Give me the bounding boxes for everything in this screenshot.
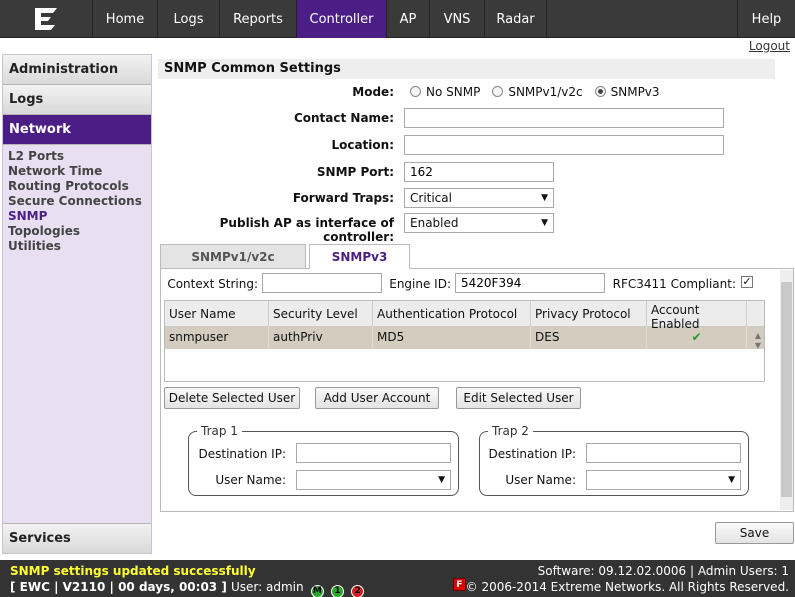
top-nav: Home Logs Reports Controller AP VNS Rada… [0, 0, 795, 38]
trap1-dest-label: Destination IP: [198, 447, 287, 461]
scrollbar-thumb[interactable] [781, 282, 792, 497]
publish-select[interactable]: Enabled ▼ [404, 213, 554, 233]
nav-tab-home[interactable]: Home [93, 0, 158, 38]
col-privacy-protocol[interactable]: Privacy Protocol [531, 301, 647, 326]
traps-select[interactable]: Critical ▼ [404, 188, 554, 208]
trap1-dest-input[interactable] [296, 443, 451, 463]
col-security-level[interactable]: Security Level [269, 301, 373, 326]
edit-user-button[interactable]: Edit Selected User [456, 387, 581, 409]
status-user: User: admin [231, 580, 304, 594]
mode-snmpv3[interactable]: SNMPv3 [594, 85, 660, 99]
nav-tab-controller[interactable]: Controller [297, 0, 387, 38]
sidebar-administration[interactable]: Administration [3, 55, 151, 85]
context-input[interactable] [262, 273, 382, 293]
col-user-name[interactable]: User Name [165, 301, 269, 326]
f-badge-icon[interactable]: F [453, 578, 466, 591]
cell-auth: MD5 [373, 327, 531, 349]
tab-snmpv3[interactable]: SNMPv3 [309, 244, 410, 269]
table-scroll-arrows-icon[interactable]: ▲ ▼ [755, 331, 761, 351]
nav-tab-logs[interactable]: Logs [158, 0, 220, 38]
status-info: [ EWC | V2110 | 00 days, 00:03 ] User: a… [10, 580, 365, 597]
sidebar-link-routing-protocols[interactable]: Routing Protocols [8, 179, 146, 194]
two-badge-icon[interactable]: 2 [351, 585, 365, 597]
sidebar: Administration Logs Network L2 Ports Net… [2, 54, 152, 554]
location-label: Location: [331, 138, 394, 152]
mode-no-snmp[interactable]: No SNMP [410, 85, 480, 99]
panel-scrollbar[interactable] [780, 270, 793, 510]
table-header: User Name Security Level Authentication … [165, 301, 764, 331]
nav-help[interactable]: Help [738, 0, 795, 38]
trap2-user-label: User Name: [505, 473, 576, 487]
m-badge-icon[interactable]: M [310, 585, 324, 597]
extreme-logo-icon[interactable] [0, 0, 93, 38]
trap2-user-select[interactable]: ▼ [586, 470, 741, 490]
publish-value: Enabled [410, 216, 459, 230]
traps-value: Critical [410, 191, 452, 205]
context-label: Context String: [167, 277, 258, 291]
sidebar-logs[interactable]: Logs [3, 85, 151, 115]
sidebar-links: L2 Ports Network Time Routing Protocols … [3, 145, 151, 258]
col-auth-protocol[interactable]: Authentication Protocol [373, 301, 531, 326]
controller-info: [ EWC | V2110 | 00 days, 00:03 ] [10, 580, 227, 594]
mode-radio-group: No SNMP SNMPv1/v2c SNMPv3 [410, 85, 660, 99]
sidebar-link-l2-ports[interactable]: L2 Ports [8, 149, 146, 164]
nav-spacer [547, 0, 738, 37]
col-account-enabled[interactable]: Account Enabled [647, 301, 747, 331]
trap1-legend: Trap 1 [201, 424, 238, 438]
engine-label: Engine ID: [389, 277, 451, 291]
table-row[interactable]: snmpuser authPriv MD5 DES ✔ [165, 327, 764, 349]
port-label: SNMP Port: [316, 165, 394, 179]
rfc-checkbox[interactable]: ✓ [741, 276, 753, 288]
nav-tab-vns[interactable]: VNS [430, 0, 485, 38]
trap2-legend: Trap 2 [492, 424, 529, 438]
dropdown-arrow-icon: ▼ [728, 475, 735, 485]
contact-label: Contact Name: [293, 111, 394, 125]
engine-input[interactable] [455, 273, 605, 293]
logout-link[interactable]: Logout [749, 39, 790, 53]
radio-icon [410, 86, 421, 97]
mode-label: Mode: [352, 85, 394, 99]
sidebar-services[interactable]: Services [3, 523, 151, 553]
software-version: Software: 09.12.02.0006 | Admin Users: 1 [537, 564, 789, 578]
cell-privacy: DES [531, 327, 647, 349]
location-input[interactable] [404, 135, 724, 155]
trap1-user-select[interactable]: ▼ [296, 470, 451, 490]
nav-tab-ap[interactable]: AP [387, 0, 430, 38]
contact-input[interactable] [404, 108, 724, 128]
dropdown-arrow-icon: ▼ [438, 475, 445, 485]
one-badge-icon[interactable]: 1 [331, 585, 344, 597]
dropdown-arrow-icon: ▼ [541, 193, 548, 203]
sidebar-link-network-time[interactable]: Network Time [8, 164, 146, 179]
sidebar-link-snmp[interactable]: SNMP [8, 209, 146, 224]
status-message: SNMP settings updated successfully [10, 564, 256, 578]
section-title: SNMP Common Settings [158, 59, 775, 79]
sidebar-link-topologies[interactable]: Topologies [8, 224, 146, 239]
users-table: User Name Security Level Authentication … [164, 300, 765, 382]
trap2-dest-label: Destination IP: [488, 447, 577, 461]
mode-snmpv1v2c[interactable]: SNMPv1/v2c [492, 85, 583, 99]
tab-snmpv1v2c[interactable]: SNMPv1/v2c [160, 244, 306, 268]
sidebar-network[interactable]: Network [3, 115, 151, 145]
dropdown-arrow-icon: ▼ [541, 218, 548, 228]
delete-user-button[interactable]: Delete Selected User [164, 387, 300, 409]
save-button[interactable]: Save [715, 522, 794, 544]
status-bar: SNMP settings updated successfully [ EWC… [0, 560, 795, 597]
nav-tab-radar[interactable]: Radar [485, 0, 547, 38]
radio-icon [492, 86, 504, 97]
cell-user: snmpuser [165, 327, 269, 349]
add-user-button[interactable]: Add User Account [315, 387, 439, 409]
checkmark-icon: ✔ [647, 327, 747, 349]
sidebar-link-secure-connections[interactable]: Secure Connections [8, 194, 146, 209]
nav-tab-reports[interactable]: Reports [220, 0, 297, 38]
copyright: © 2006-2014 Extreme Networks. All Rights… [465, 580, 789, 594]
trap1-user-label: User Name: [215, 473, 286, 487]
radio-selected-icon [594, 86, 606, 97]
port-input[interactable] [404, 162, 554, 182]
publish-label: Publish AP as interface of controller: [219, 216, 394, 244]
sidebar-link-utilities[interactable]: Utilities [8, 239, 146, 254]
trap2-dest-input[interactable] [586, 443, 741, 463]
cell-level: authPriv [269, 327, 373, 349]
rfc-label: RFC3411 Compliant: [612, 277, 736, 291]
traps-label: Forward Traps: [292, 191, 394, 205]
